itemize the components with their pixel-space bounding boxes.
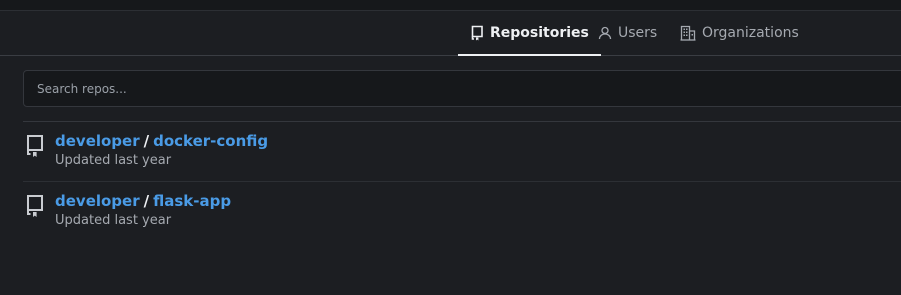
repo-name-link[interactable]: flask-app [153, 192, 231, 210]
organization-icon [680, 25, 696, 41]
repo-icon [25, 134, 45, 158]
repo-separator: / [143, 192, 150, 210]
repo-icon [470, 25, 484, 41]
repo-icon [25, 194, 45, 218]
tab-organizations[interactable]: Organizations [680, 11, 799, 55]
repo-list: developer / docker-config Updated last yea… [23, 121, 901, 241]
search-input[interactable] [24, 71, 901, 106]
repo-owner-link[interactable]: developer [55, 132, 140, 150]
tab-repositories-label: Repositories [490, 25, 589, 41]
list-item: developer / flask-app Updated last year [23, 182, 901, 241]
repo-name-link[interactable]: docker-config [153, 132, 268, 150]
repo-separator: / [143, 132, 150, 150]
tab-organizations-label: Organizations [702, 25, 799, 41]
repo-updated-time: Updated last year [55, 153, 172, 168]
repo-updated-time: Updated last year [55, 213, 172, 228]
tab-users[interactable]: Users [598, 11, 657, 55]
list-item: developer / docker-config Updated last yea… [23, 122, 901, 182]
search-box [23, 70, 901, 107]
tab-repositories[interactable]: Repositories [458, 11, 601, 56]
user-icon [598, 26, 612, 40]
repo-owner-link[interactable]: developer [55, 192, 140, 210]
tab-users-label: Users [618, 25, 658, 41]
top-header-strip [0, 0, 901, 11]
repo-title: developer / flask-app [55, 192, 231, 210]
explore-tabs: Repositories Users Organizations [0, 11, 901, 56]
repo-title: developer / docker-config [55, 132, 268, 150]
